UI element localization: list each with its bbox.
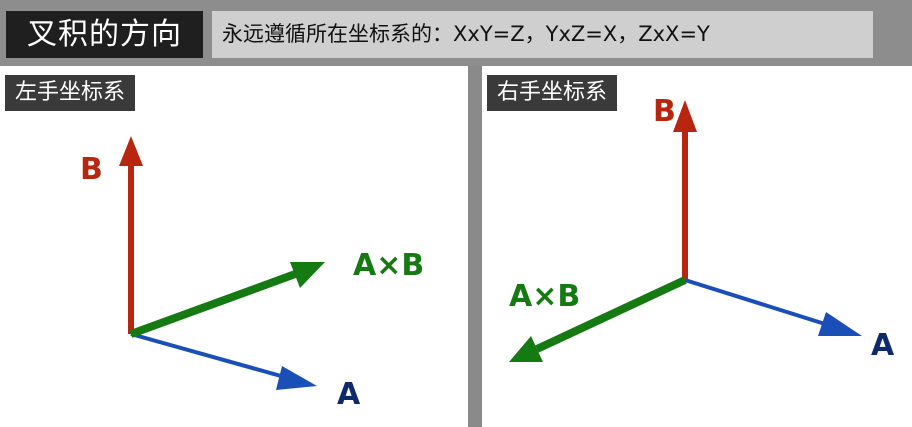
page-title: 叉积的方向 bbox=[6, 11, 203, 58]
left-vector-axb bbox=[129, 269, 300, 338]
right-vector-a-arrowhead bbox=[818, 312, 862, 336]
left-vector-b-arrowhead bbox=[119, 136, 143, 166]
panel-divider bbox=[468, 66, 482, 427]
left-vector-axb-arrowhead bbox=[290, 262, 325, 288]
left-vector-a-arrowhead bbox=[276, 366, 317, 390]
left-label-b: B bbox=[80, 152, 103, 187]
header-bar: 叉积的方向 永远遵循所在坐标系的：XxY=Z，YxZ=X，ZxX=Y bbox=[0, 0, 912, 66]
left-label-a: A bbox=[337, 377, 361, 412]
right-vector-b-arrowhead bbox=[673, 100, 697, 132]
left-label-axb: A×B bbox=[353, 248, 424, 283]
right-vector-a bbox=[684, 278, 826, 326]
page-subtitle: 永远遵循所在坐标系的：XxY=Z，YxZ=X，ZxX=Y bbox=[212, 11, 873, 58]
right-label-b: B bbox=[653, 94, 676, 129]
right-hand-panel: 右手坐标系 B A×B A bbox=[482, 66, 912, 427]
left-diagram: B A×B A bbox=[80, 136, 424, 412]
left-vector-a bbox=[130, 332, 289, 380]
left-hand-panel: 左手坐标系 B A×B A bbox=[0, 66, 468, 427]
right-diagram: B A×B A bbox=[509, 94, 895, 363]
right-label-a: A bbox=[871, 328, 895, 363]
right-label-axb: A×B bbox=[509, 279, 580, 314]
